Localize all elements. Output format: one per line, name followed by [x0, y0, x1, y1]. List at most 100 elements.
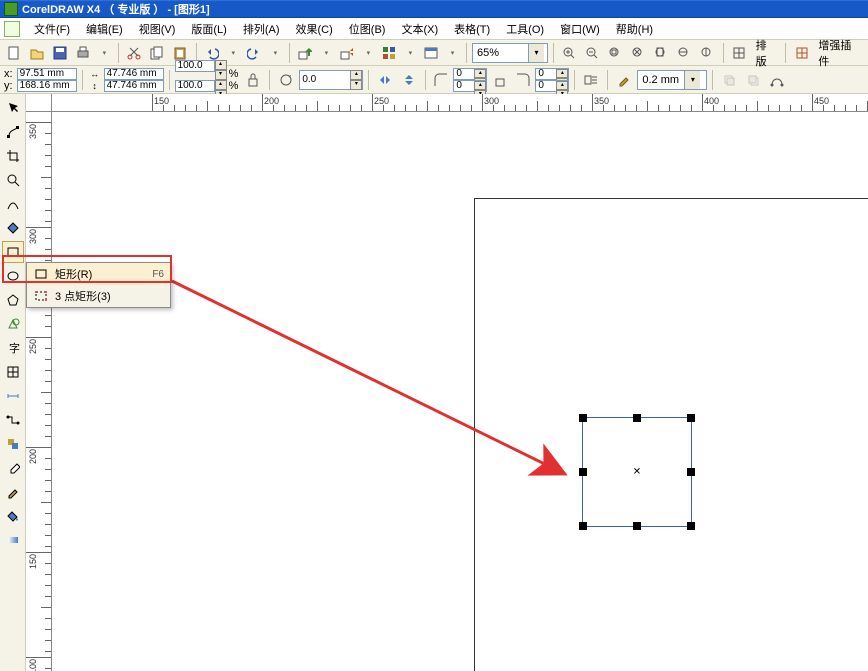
zoom-all-button[interactable]	[628, 42, 649, 64]
mirror-h-button[interactable]	[374, 69, 396, 91]
handle-w[interactable]	[579, 468, 587, 476]
flyout-rectangle[interactable]: 矩形(R) F6	[27, 263, 170, 285]
scale-x-input[interactable]	[175, 60, 215, 72]
undo-dropdown[interactable]: ▾	[225, 42, 242, 64]
lock-ratio-button[interactable]	[242, 69, 264, 91]
pick-tool[interactable]	[2, 97, 24, 119]
corner-br-input[interactable]	[536, 81, 556, 91]
smart-fill-tool[interactable]	[2, 217, 24, 239]
interactive-tool[interactable]	[2, 433, 24, 455]
text-tool[interactable]: 字	[2, 337, 24, 359]
menu-text[interactable]: 文本(X)	[393, 19, 446, 39]
zoom-height-button[interactable]	[697, 42, 718, 64]
plugin-icon[interactable]	[791, 42, 812, 64]
convert-curves-button[interactable]	[766, 69, 788, 91]
zoom-page-button[interactable]	[651, 42, 672, 64]
zoom-combo[interactable]: ▾	[472, 43, 548, 63]
outline-width-combo[interactable]: ▾	[637, 70, 707, 90]
handle-nw[interactable]	[579, 414, 587, 422]
zoom-in-button[interactable]	[559, 42, 580, 64]
ruler-horizontal[interactable]: 150200250300350400450500	[52, 94, 868, 112]
menu-layout[interactable]: 版面(L)	[183, 19, 234, 39]
menu-table[interactable]: 表格(T)	[446, 19, 498, 39]
copy-button[interactable]	[147, 42, 168, 64]
connector-tool[interactable]	[2, 409, 24, 431]
redo-button[interactable]	[244, 42, 265, 64]
menu-help[interactable]: 帮助(H)	[608, 19, 661, 39]
table-tool[interactable]	[2, 361, 24, 383]
outline-width-input[interactable]	[638, 74, 684, 86]
welcome-button[interactable]	[421, 42, 442, 64]
scale-y-input[interactable]	[175, 80, 215, 92]
menu-arrange[interactable]: 排列(A)	[235, 19, 288, 39]
menu-window[interactable]: 窗口(W)	[552, 19, 608, 39]
export-button[interactable]	[337, 42, 358, 64]
export-dropdown[interactable]: ▾	[360, 42, 377, 64]
handle-n[interactable]	[633, 414, 641, 422]
wrap-text-button[interactable]	[580, 69, 602, 91]
zoom-width-button[interactable]	[674, 42, 695, 64]
corner-lock-button[interactable]	[489, 69, 511, 91]
dimension-tool[interactable]	[2, 385, 24, 407]
outline-tool[interactable]	[2, 481, 24, 503]
plugin-button[interactable]: 增强插件	[814, 37, 864, 69]
welcome-dropdown[interactable]: ▾	[444, 42, 461, 64]
to-front-button[interactable]	[718, 69, 740, 91]
open-button[interactable]	[27, 42, 48, 64]
print-button[interactable]	[73, 42, 94, 64]
handle-s[interactable]	[633, 522, 641, 530]
import-dropdown[interactable]: ▾	[318, 42, 335, 64]
app-launcher-dropdown[interactable]: ▾	[402, 42, 419, 64]
print-dropdown[interactable]: ▾	[96, 42, 113, 64]
canvas[interactable]: ✕	[52, 112, 868, 671]
basic-shapes-tool[interactable]	[2, 313, 24, 335]
app-launcher-button[interactable]	[379, 42, 400, 64]
ruler-origin[interactable]	[26, 94, 52, 112]
handle-ne[interactable]	[687, 414, 695, 422]
flyout-3point-rectangle[interactable]: 3 点矩形(3)	[27, 285, 170, 307]
rectangle-tool[interactable]	[2, 241, 24, 263]
ruler-vertical[interactable]: 350300250200150100	[26, 112, 52, 671]
zoom-dropdown-icon[interactable]: ▾	[528, 44, 544, 62]
polygon-tool[interactable]	[2, 289, 24, 311]
zoom-selection-button[interactable]	[605, 42, 626, 64]
freehand-tool[interactable]	[2, 193, 24, 215]
layout-button[interactable]: 排版	[752, 37, 781, 69]
menu-edit[interactable]: 编辑(E)	[78, 19, 131, 39]
interactive-fill-tool[interactable]	[2, 529, 24, 551]
shape-tool[interactable]	[2, 121, 24, 143]
new-button[interactable]	[4, 42, 25, 64]
mirror-v-button[interactable]	[398, 69, 420, 91]
selected-rectangle[interactable]: ✕	[582, 417, 692, 527]
zoom-out-button[interactable]	[582, 42, 603, 64]
ellipse-tool[interactable]	[2, 265, 24, 287]
cut-button[interactable]	[124, 42, 145, 64]
fill-tool[interactable]	[2, 505, 24, 527]
app-menu-icon[interactable]	[4, 21, 20, 37]
to-back-button[interactable]	[742, 69, 764, 91]
height-input[interactable]	[104, 80, 164, 92]
snap-button[interactable]	[729, 42, 750, 64]
x-input[interactable]	[17, 68, 77, 80]
menu-effects[interactable]: 效果(C)	[288, 19, 341, 39]
handle-e[interactable]	[687, 468, 695, 476]
y-input[interactable]	[17, 80, 77, 92]
menu-tools[interactable]: 工具(O)	[498, 19, 552, 39]
width-input[interactable]	[104, 68, 164, 80]
zoom-input[interactable]	[473, 47, 528, 59]
menu-bitmaps[interactable]: 位图(B)	[341, 19, 394, 39]
corner-tl-input[interactable]	[454, 69, 474, 79]
corner-tr-input[interactable]	[536, 69, 556, 79]
eyedropper-tool[interactable]	[2, 457, 24, 479]
crop-tool[interactable]	[2, 145, 24, 167]
save-button[interactable]	[50, 42, 71, 64]
menu-view[interactable]: 视图(V)	[131, 19, 184, 39]
corner-bl-input[interactable]	[454, 81, 474, 91]
import-button[interactable]	[295, 42, 316, 64]
handle-sw[interactable]	[579, 522, 587, 530]
menu-file[interactable]: 文件(F)	[26, 19, 78, 39]
handle-se[interactable]	[687, 522, 695, 530]
redo-dropdown[interactable]: ▾	[267, 42, 284, 64]
zoom-tool[interactable]	[2, 169, 24, 191]
rotation-input[interactable]	[300, 74, 350, 85]
